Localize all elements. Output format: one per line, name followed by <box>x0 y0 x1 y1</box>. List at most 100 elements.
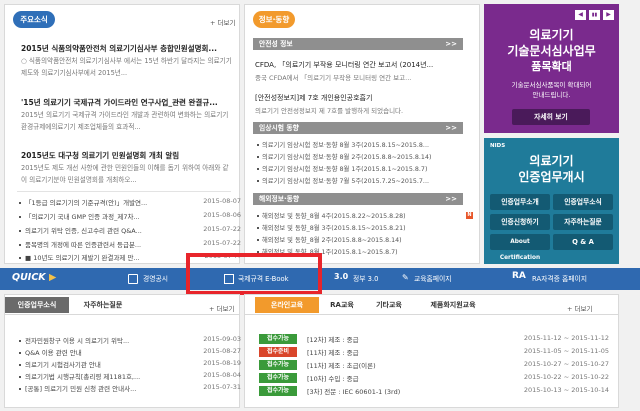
news-item-title[interactable]: '15년 의료기기 국제규격 가이드라인 연구사업_관련 완결규... <box>21 97 229 108</box>
qna-button[interactable]: Q & A <box>553 234 613 250</box>
next-icon[interactable]: ▶ <box>603 10 614 20</box>
tab-other-education[interactable]: 기타교육 <box>365 297 413 313</box>
more-arrow-icon[interactable]: >> <box>445 193 457 205</box>
highlight-box <box>186 253 322 295</box>
ra-icon: RA <box>512 271 526 281</box>
list-item[interactable]: [공통] 의료기기 민원 신청 관련 안내사... 2015-07-31 <box>19 383 241 395</box>
bullet-icon <box>257 156 259 158</box>
overseas-item-title: 해외정보 및 동향_8월 3주(2015.8.15~2015.8.21) <box>262 225 406 232</box>
cert-apply-button[interactable]: 인증신청하기 <box>490 214 550 230</box>
clinical-item[interactable]: 의료기기 임상시험 정보·동향 7월 5주(2015.7.25~2015.7..… <box>257 176 477 187</box>
bullet-icon <box>19 230 21 232</box>
tab-ra-education[interactable]: RA교육 <box>321 297 363 313</box>
bullet-icon <box>257 215 259 217</box>
list-item[interactable]: 「1등급 의료기기의 기준규격(안)」개발연... 2015-08-07 <box>19 197 241 209</box>
table-row[interactable]: 접수가능 [10차] 수입 : 중급 2015-10-22 ~ 2015-10-… <box>259 372 609 384</box>
cert-news-button[interactable]: 인증업무소식 <box>553 194 613 210</box>
overseas-item[interactable]: 해외정보 및 동향_8월 2주(2015.8.8~2015.8.14) <box>257 235 477 246</box>
list-item[interactable]: Q&A 이용 관련 안내 2015-08-27 <box>19 347 241 359</box>
table-row[interactable]: 접수준비 [11차] 제조 : 중급 2015-11-05 ~ 2015-11-… <box>259 346 609 358</box>
quick-education[interactable]: 교육홈페이지 <box>414 273 452 283</box>
list-item-date: 2015-08-06 <box>203 211 241 219</box>
pause-icon[interactable]: ▮▮ <box>589 10 600 20</box>
safety-item-title[interactable]: CFDA, 「의료기기 부작용 모니터링 연간 보고서 (2014년... <box>255 60 465 70</box>
list-item[interactable]: 의료기기법 시행규칙[총리령 제1181호,... 2015-08-04 <box>19 371 241 383</box>
course-period: 2015-10-22 ~ 2015-10-22 <box>523 373 609 381</box>
bullet-icon <box>19 216 21 218</box>
news-item-body: ○ 식품의약품안전처 의료기기심사부 에서는 15년 하반기 달라지는 의료기기… <box>21 57 232 77</box>
course-title: [11차] 제조 : 초급(이론) <box>307 362 376 370</box>
quick-ra-homepage[interactable]: RA자격증 홈페이지 <box>532 273 587 283</box>
clinical-item-title: 의료기기 임상시험 정보·동향 7월 5주(2015.7.25~2015.7..… <box>262 178 429 185</box>
list-item-date: 2015-08-27 <box>203 347 241 355</box>
list-item[interactable]: 전자민원창구 이용 시 의료기기 위탁... 2015-09-03 <box>19 335 241 347</box>
about-cert-button[interactable]: About Certification <box>490 234 550 261</box>
bullet-icon <box>19 364 21 366</box>
tech-doc-banner[interactable]: ◀ ▮▮ ▶ 의료기기 기술문서심사업무 품목확대 기술문서심사품목이 확대되어… <box>484 4 619 133</box>
more-arrow-icon[interactable]: >> <box>445 122 457 134</box>
overseas-section-label: 해외정보·동향 <box>259 195 300 203</box>
status-badge: 접수가능 <box>259 373 297 383</box>
news-item-body: 2015년 의료기기 국제규격 가이드라인 개발과 관련하여 변화하는 의료기기… <box>21 111 229 131</box>
bullet-icon <box>257 144 259 146</box>
nids-logo: NIDS <box>490 143 506 149</box>
prev-icon[interactable]: ◀ <box>575 10 586 20</box>
overseas-item-title: 해외정보 및 동향_8월 4주(2015.8.22~2015.8.28) <box>262 213 406 220</box>
tab-product-support-education[interactable]: 제품화지원교육 <box>415 297 491 313</box>
certification-banner: NIDS 의료기기 인증업무개시 인증업무소개 인증업무소식 인증신청하기 자주… <box>484 138 619 264</box>
tab-faq[interactable]: 자주하는질문 <box>71 297 135 313</box>
clinical-item[interactable]: 의료기기 임상시험 정보·동향 8월 1주(2015.8.1~2015.8.7) <box>257 164 477 175</box>
banner-title-line2: 기술문서심사업무 <box>507 44 596 58</box>
banner-title-line2: 인증업무개시 <box>518 170 585 184</box>
cert-intro-button[interactable]: 인증업무소개 <box>490 194 550 210</box>
tab-cert-news[interactable]: 인증업무소식 <box>5 297 69 313</box>
list-item-date: 2015-07-22 <box>203 239 241 247</box>
list-item-date: 2015-08-04 <box>203 371 241 379</box>
list-item[interactable]: 의료기기 시험검사기관 안내 2015-08-19 <box>19 359 241 371</box>
list-item-date: 2015-08-07 <box>203 197 241 205</box>
list-item[interactable]: 의료기기 위탁 인증, 신고수리 관련 Q&A... 2015-07-22 <box>19 225 241 237</box>
clinical-item[interactable]: 의료기기 임상시험 정보·동향 8월 2주(2015.8.8~2015.8.14… <box>257 152 477 163</box>
list-item-date: 2015-07-22 <box>203 225 241 233</box>
status-badge: 접수준비 <box>259 347 297 357</box>
clinical-item-title: 의료기기 임상시험 정보·동향 8월 1주(2015.8.1~2015.8.7) <box>262 166 428 173</box>
banner-sub-line1: 기술문서심사품목이 확대되어 <box>511 81 592 89</box>
news-more-link[interactable]: + 더보기 <box>210 17 235 27</box>
overseas-item[interactable]: 해외정보 및 동향_8월 4주(2015.8.22~2015.8.28) <box>257 211 477 222</box>
table-row[interactable]: 접수가능 [3차] 전문 : IEC 60601-1 (3rd) 2015-10… <box>259 385 609 397</box>
clinical-item[interactable]: 의료기기 임상시험 정보·동향 8월 3주(2015.8.15~2015.8..… <box>257 140 477 151</box>
more-arrow-icon[interactable]: >> <box>445 38 457 50</box>
table-row[interactable]: 접수가능 [12차] 제조 : 중급 2015-11-12 ~ 2015-11-… <box>259 333 609 345</box>
education-more-link[interactable]: + 더보기 <box>567 303 592 313</box>
news-item-title[interactable]: 2015년 식품의약품안전처 의료기기심사부 층합민원설명회... <box>21 43 229 54</box>
list-item[interactable]: 「의료기기 국내 GMP 인증 과정_제7차... 2015-08-06 <box>19 211 241 223</box>
cert-faq-button[interactable]: 자주하는질문 <box>553 214 613 230</box>
course-period: 2015-10-27 ~ 2015-10-27 <box>523 360 609 368</box>
news-tag: 주요소식 <box>13 11 55 28</box>
disclosure-icon <box>128 274 138 284</box>
cert-news-more-link[interactable]: + 더보기 <box>209 303 234 313</box>
new-badge: N <box>466 212 473 219</box>
list-item-title: 의료기기법 시행규칙[총리령 제1181호,... <box>25 373 141 381</box>
list-item[interactable]: 품목명의 개정에 따른 인증관련서 등급분... 2015-07-22 <box>19 239 241 251</box>
detail-button[interactable]: 자세히 보기 <box>512 109 590 125</box>
status-badge: 접수가능 <box>259 360 297 370</box>
overseas-item[interactable]: 해외정보 및 동향_8월 3주(2015.8.15~2015.8.21) <box>257 223 477 234</box>
cert-news-panel: 인증업무소식 자주하는질문 + 더보기 전자민원창구 이용 시 의료기기 위탁.… <box>4 294 241 408</box>
news-panel: 주요소식 + 더보기 2015년 식품의약품안전처 의료기기심사부 층합민원설명… <box>4 4 241 264</box>
list-item-date: 2015-08-19 <box>203 359 241 367</box>
table-row[interactable]: 접수가능 [11차] 제조 : 초급(이론) 2015-10-27 ~ 2015… <box>259 359 609 371</box>
list-item-title: 「1등급 의료기기의 기준규격(안)」개발연... <box>25 199 148 207</box>
quick-management-disclosure[interactable]: 경영공시 <box>143 273 168 283</box>
tab-online-education[interactable]: 온라인교육 <box>255 297 319 313</box>
list-item-title: 전자민원창구 이용 시 의료기기 위탁... <box>25 337 130 345</box>
safety-section-bar[interactable]: 안전성 정보 >> <box>253 38 463 50</box>
bullet-icon <box>257 180 259 182</box>
news-item-title[interactable]: 2015년도 대구청 의료기기 민원설명회 개최 알림 <box>21 150 229 161</box>
safety-item-title[interactable]: [안전성정보지]제 7호 개인용인공호흡기 <box>255 93 465 103</box>
clinical-section-bar[interactable]: 임상시험 동향 >> <box>253 122 463 134</box>
overseas-section-bar[interactable]: 해외정보·동향 >> <box>253 193 463 205</box>
news-item-body: 2015년도 제도 개선 사항에 관한 민원인들의 이해를 돕기 위하여 아래와… <box>21 164 229 184</box>
quick-gov3[interactable]: 정부 3.0 <box>353 273 378 283</box>
list-item-title: 「의료기기 국내 GMP 인증 과정_제7차... <box>25 213 140 221</box>
